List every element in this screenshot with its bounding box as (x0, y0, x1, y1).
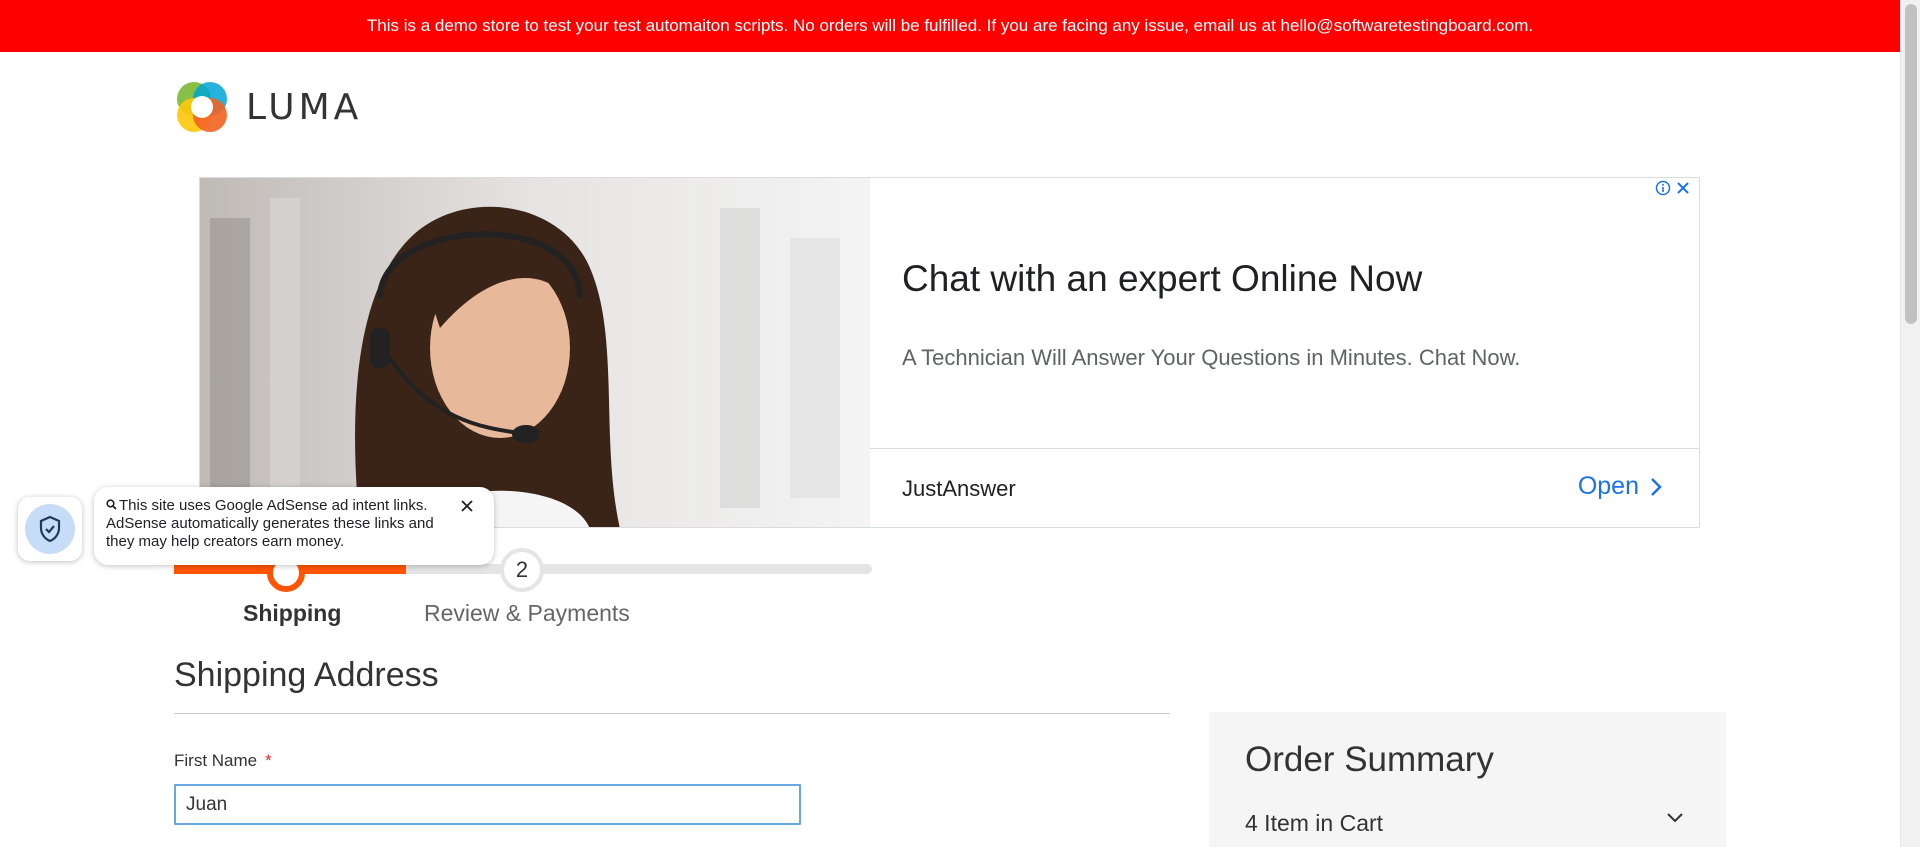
order-summary-title: Order Summary (1245, 740, 1494, 779)
shipping-address-title: Shipping Address (174, 656, 439, 694)
step-review-label[interactable]: Review & Payments (424, 600, 630, 627)
close-icon[interactable] (460, 499, 474, 513)
progress-track-remaining (406, 564, 872, 574)
page-scrollbar[interactable] (1900, 0, 1920, 847)
first-name-input[interactable] (174, 784, 801, 825)
required-marker: * (265, 751, 272, 770)
adsense-shield-button[interactable] (18, 497, 82, 561)
ad-image[interactable] (200, 178, 870, 527)
chevron-right-icon (1651, 477, 1662, 496)
search-icon (106, 499, 117, 510)
shield-check-icon (25, 504, 75, 554)
luma-logo-icon (174, 79, 230, 135)
adsense-notice-text: This site uses Google AdSense ad intent … (106, 497, 434, 550)
order-summary: Order Summary 4 Item in Cart (1209, 712, 1726, 847)
advertisement[interactable]: Chat with an expert Online Now A Technic… (199, 177, 1700, 528)
ad-info-icon[interactable] (1655, 180, 1671, 196)
ad-description[interactable]: A Technician Will Answer Your Questions … (902, 345, 1520, 371)
ad-advertiser[interactable]: JustAnswer (902, 476, 1016, 502)
ad-open-button[interactable]: Open (1578, 472, 1663, 501)
demo-store-banner: This is a demo store to test your test a… (0, 0, 1900, 52)
logo-text: LUMA (246, 86, 363, 128)
step-shipping-label: Shipping (243, 600, 342, 626)
items-in-cart-toggle[interactable]: 4 Item in Cart (1245, 810, 1383, 837)
first-name-label-text: First Name (174, 751, 258, 770)
first-name-label: First Name * (174, 751, 272, 771)
adsense-notice: This site uses Google AdSense ad intent … (94, 487, 494, 565)
section-divider (174, 713, 1170, 714)
demo-banner-text: This is a demo store to test your test a… (366, 16, 1534, 35)
ad-choices[interactable] (1655, 180, 1691, 196)
scrollbar-thumb[interactable] (1905, 4, 1917, 324)
ad-headline[interactable]: Chat with an expert Online Now (902, 258, 1422, 300)
ad-close-icon[interactable] (1675, 180, 1691, 196)
ad-divider (870, 448, 1699, 449)
step-review-marker[interactable]: 2 (500, 548, 544, 592)
luma-logo[interactable]: LUMA (174, 79, 362, 135)
chevron-down-icon[interactable] (1666, 812, 1684, 824)
step-review-number: 2 (515, 557, 529, 582)
ad-open-label: Open (1577, 472, 1639, 500)
